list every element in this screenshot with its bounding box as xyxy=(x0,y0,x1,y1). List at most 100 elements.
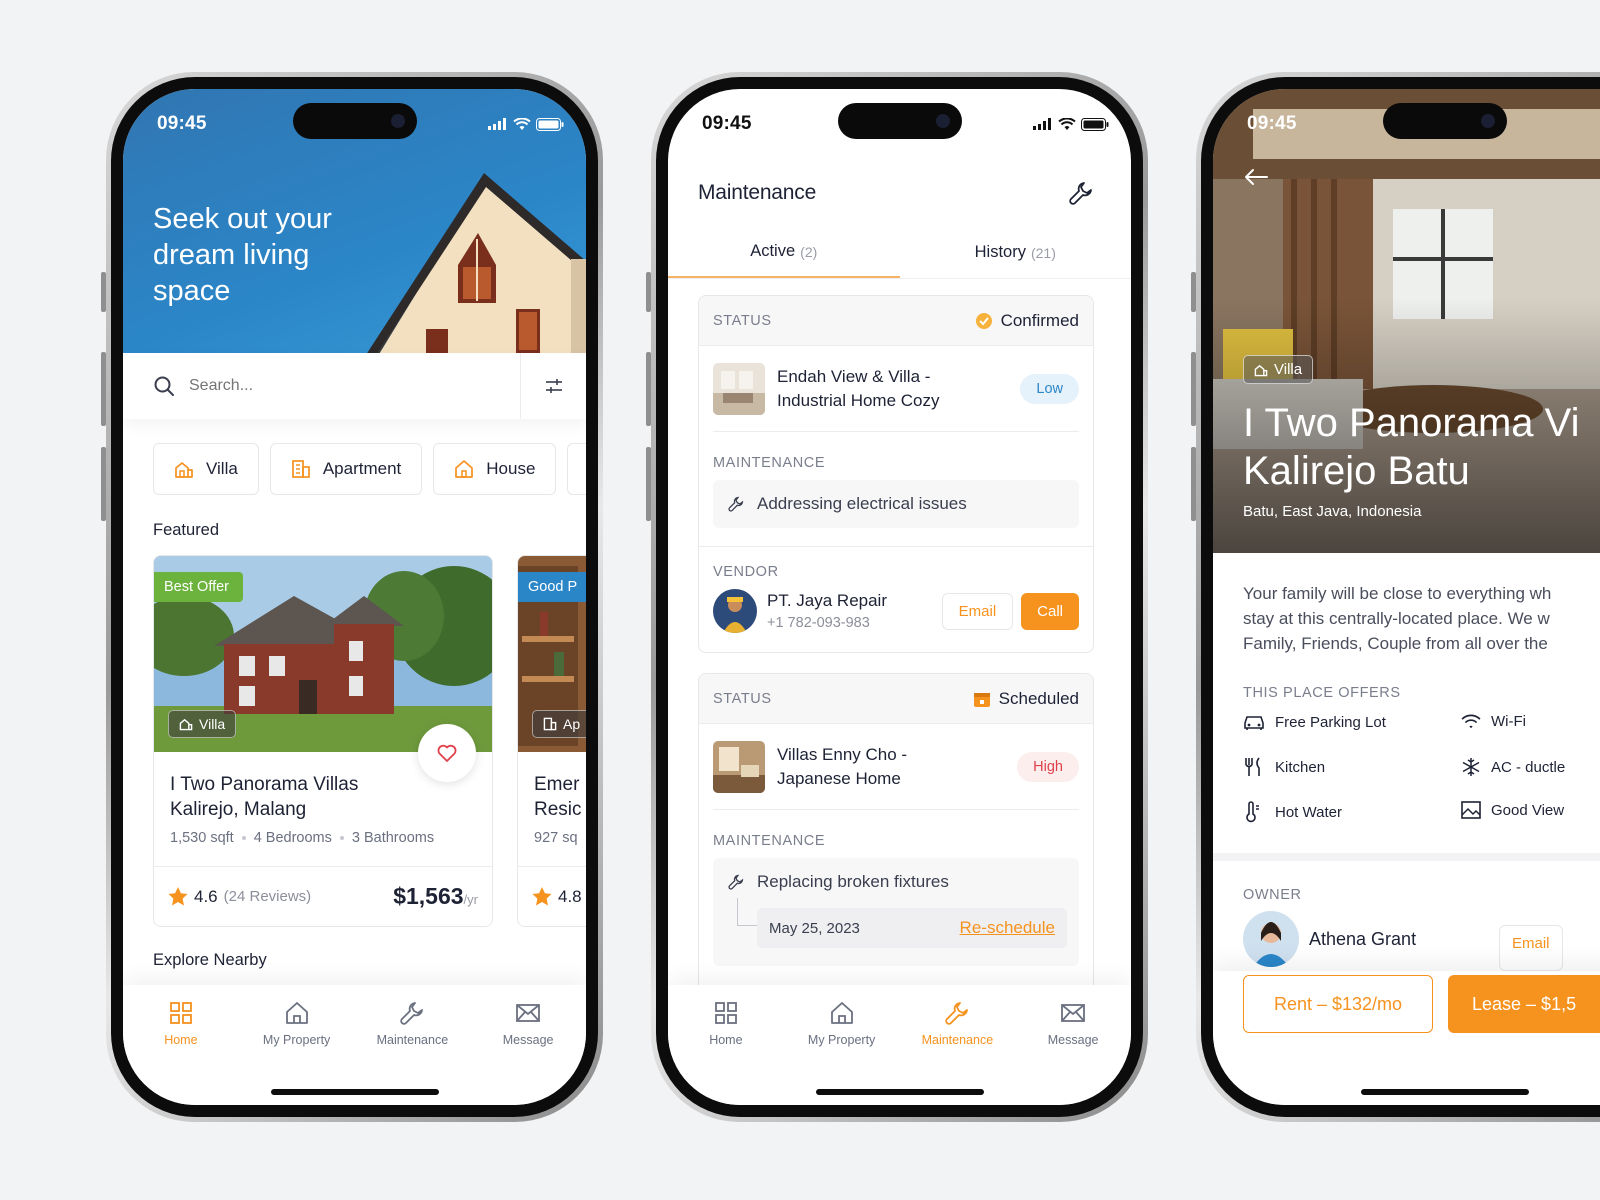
back-button[interactable] xyxy=(1243,167,1269,192)
rating: 4.8 xyxy=(532,887,582,907)
nav-message[interactable]: Message xyxy=(1023,999,1123,1105)
category-label: Apartment xyxy=(322,459,402,478)
maintenance-section: MAINTENANCE xyxy=(699,432,1093,472)
priority-badge: High xyxy=(1017,751,1079,782)
status-label: STATUS xyxy=(713,312,772,329)
sliders-icon xyxy=(545,379,562,393)
property-title: I Two Panorama Villas Kalirejo, Malang xyxy=(170,774,359,820)
car-icon xyxy=(1244,716,1264,730)
mail-icon xyxy=(516,1004,541,1022)
nav-home[interactable]: Home xyxy=(131,999,231,1105)
type-tag: Villa xyxy=(1243,355,1314,384)
battery-icon xyxy=(1081,117,1109,131)
price-unit: /yr xyxy=(463,892,478,907)
wrench-icon xyxy=(400,1002,424,1025)
villa-icon xyxy=(179,718,193,731)
heart-icon xyxy=(437,744,457,762)
home-icon xyxy=(285,1002,308,1024)
property-card[interactable]: Best Offer Villa I Two Panorama Villas K… xyxy=(153,555,493,927)
status-time: 09:45 xyxy=(702,113,752,134)
type-tag-label: Villa xyxy=(199,716,226,732)
amenity-label: Free Parking Lot xyxy=(1275,713,1386,731)
nav-message[interactable]: Message xyxy=(478,999,578,1105)
amenity-label: Wi-Fi xyxy=(1491,713,1526,730)
category-apartment[interactable]: Apartment xyxy=(269,443,423,495)
grid-icon xyxy=(169,1002,192,1024)
nav-label: Maintenance xyxy=(921,1033,994,1047)
tools-button[interactable] xyxy=(1067,179,1095,212)
property-meta: 1,530 sqft 4 Bedrooms 3 Bathrooms xyxy=(170,830,476,846)
amenity-ac: AC - ductle xyxy=(1461,757,1565,777)
property-thumbnail xyxy=(713,362,765,415)
nav-label: Message xyxy=(1047,1033,1099,1047)
wrench-icon xyxy=(1069,182,1092,205)
property-name: Villas Enny Cho - Japanese Home xyxy=(777,744,908,788)
wrench-icon xyxy=(728,496,744,512)
check-circle-icon xyxy=(975,312,992,329)
canvas: 09:45 Seek out your dream living space S… xyxy=(0,0,1600,1200)
status-row: STATUS Confirmed xyxy=(699,296,1093,346)
description-line: Your family will be close to everything … xyxy=(1243,584,1552,603)
calendar-icon xyxy=(973,692,990,707)
vendor-phone: +1 782-093-983 xyxy=(767,615,870,631)
owner-email-button[interactable]: Email xyxy=(1499,925,1563,971)
vendor-label: VENDOR xyxy=(713,564,779,580)
section-divider xyxy=(1213,853,1600,861)
nav-home[interactable]: Home xyxy=(676,999,776,1105)
property-description: Your family will be close to everything … xyxy=(1243,581,1600,656)
property-photo: Best Offer Villa xyxy=(154,556,492,752)
nav-label: My Property xyxy=(807,1033,876,1047)
maintenance-card[interactable]: STATUS Confirmed Endah View & Villa - In… xyxy=(698,295,1094,653)
offer-badge: Best Offer xyxy=(154,572,244,602)
explore-nearby-label: Explore Nearby xyxy=(153,951,267,969)
arrow-left-icon xyxy=(1245,169,1268,185)
tab-bar: Active (2) History (21) xyxy=(668,227,1131,279)
bathrooms: 3 Bathrooms xyxy=(351,830,435,846)
phone-home: 09:45 Seek out your dream living space S… xyxy=(101,72,603,1122)
featured-label: Featured xyxy=(153,521,220,539)
vendor-info: PT. Jaya Repair +1 782-093-983 xyxy=(767,591,887,631)
rent-button[interactable]: Rent – $132/mo xyxy=(1243,975,1433,1033)
utensils-icon xyxy=(1245,757,1260,776)
tab-active[interactable]: Active (2) xyxy=(668,227,900,278)
category-label: Villa xyxy=(206,459,238,478)
wifi-icon xyxy=(1058,117,1076,130)
amenity-label: Kitchen xyxy=(1275,758,1326,776)
star-icon xyxy=(532,887,552,906)
issue-text: Addressing electrical issues xyxy=(757,494,967,513)
favorite-button[interactable] xyxy=(418,724,476,782)
home-indicator xyxy=(1360,1089,1529,1095)
property-card[interactable]: Good P Ap Emer Resic 927 sq 4.8 xyxy=(517,555,586,927)
tab-history[interactable]: History (21) xyxy=(900,227,1132,278)
category-house[interactable]: House xyxy=(433,443,557,495)
home-indicator xyxy=(270,1089,439,1095)
grid-icon xyxy=(714,1002,737,1024)
maintenance-card[interactable]: STATUS Scheduled Villas Enny Cho - Japan… xyxy=(698,673,1094,993)
property-title: Emer Resic xyxy=(534,774,582,820)
bottom-nav: Home My Property Maintenance Message xyxy=(668,985,1131,1105)
amenity-wifi: Wi-Fi xyxy=(1461,713,1526,730)
filter-button[interactable] xyxy=(520,353,586,419)
category-more[interactable] xyxy=(567,443,586,495)
amenity-hot-water: Hot Water xyxy=(1243,801,1342,823)
reschedule-link[interactable]: Re-schedule xyxy=(960,918,1055,938)
maintenance-label: MAINTENANCE xyxy=(713,455,826,471)
issue-text: Replacing broken fixtures xyxy=(757,872,949,891)
apartment-icon xyxy=(291,460,310,478)
card-footer: 4.8 xyxy=(518,866,586,926)
email-button[interactable]: Email xyxy=(941,592,1014,630)
title-line: Kalirejo Batu xyxy=(1243,449,1470,493)
wifi-icon xyxy=(513,117,531,130)
call-button[interactable]: Call xyxy=(1021,592,1079,630)
nav-label: Home xyxy=(709,1033,743,1047)
status-time: 09:45 xyxy=(1247,113,1297,134)
property-thumbnail xyxy=(713,740,765,793)
category-villa[interactable]: Villa xyxy=(153,443,259,495)
property-meta: 927 sq xyxy=(534,830,586,846)
tab-label: History xyxy=(974,243,1026,261)
dynamic-island xyxy=(837,103,962,139)
lease-button[interactable]: Lease – $1,5 xyxy=(1448,975,1600,1033)
dynamic-island xyxy=(292,103,417,139)
search-input[interactable] xyxy=(189,377,489,395)
villa-icon xyxy=(1254,364,1268,376)
